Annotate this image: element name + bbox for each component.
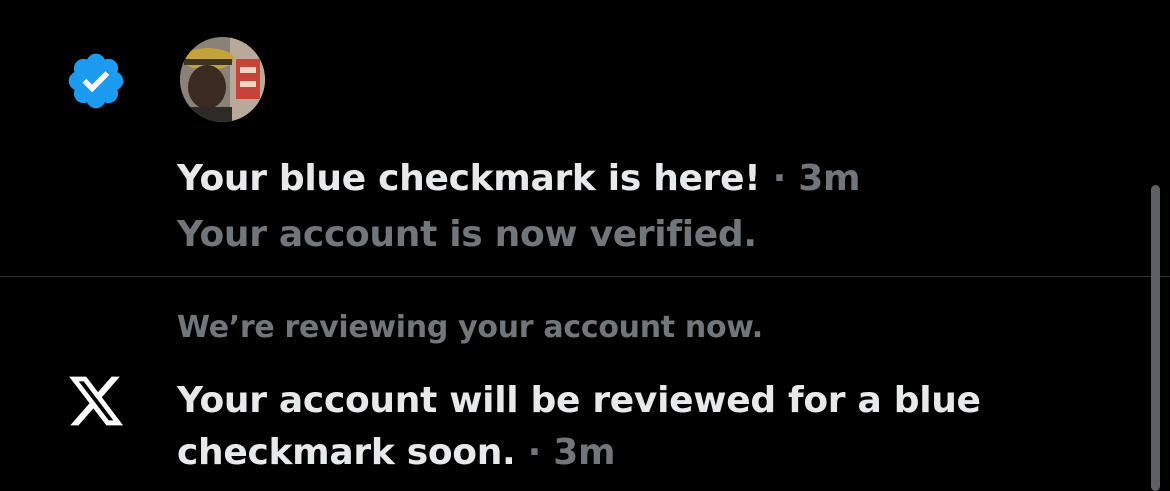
notification-body: Your account is now verified. [177, 214, 757, 255]
scrollbar[interactable] [1151, 185, 1160, 491]
notification-title: Your account will be reviewed for a blue… [177, 375, 1057, 479]
timestamp: 3m [798, 158, 861, 199]
separator-dot: · [527, 432, 542, 473]
x-logo-icon [66, 370, 126, 432]
notification-review[interactable]: We’re reviewing your account now. Your a… [0, 277, 1170, 491]
notification-title: Your blue checkmark is here! · 3m [177, 154, 860, 204]
verified-badge-icon [62, 49, 130, 113]
notification-verified[interactable]: Your blue checkmark is here! · 3m Your a… [0, 0, 1170, 277]
notification-subtitle: We’re reviewing your account now. [177, 310, 763, 345]
title-text: Your blue checkmark is here! [177, 158, 761, 199]
timestamp: 3m [553, 432, 616, 473]
avatar[interactable] [180, 37, 265, 122]
separator-dot: · [772, 158, 787, 199]
